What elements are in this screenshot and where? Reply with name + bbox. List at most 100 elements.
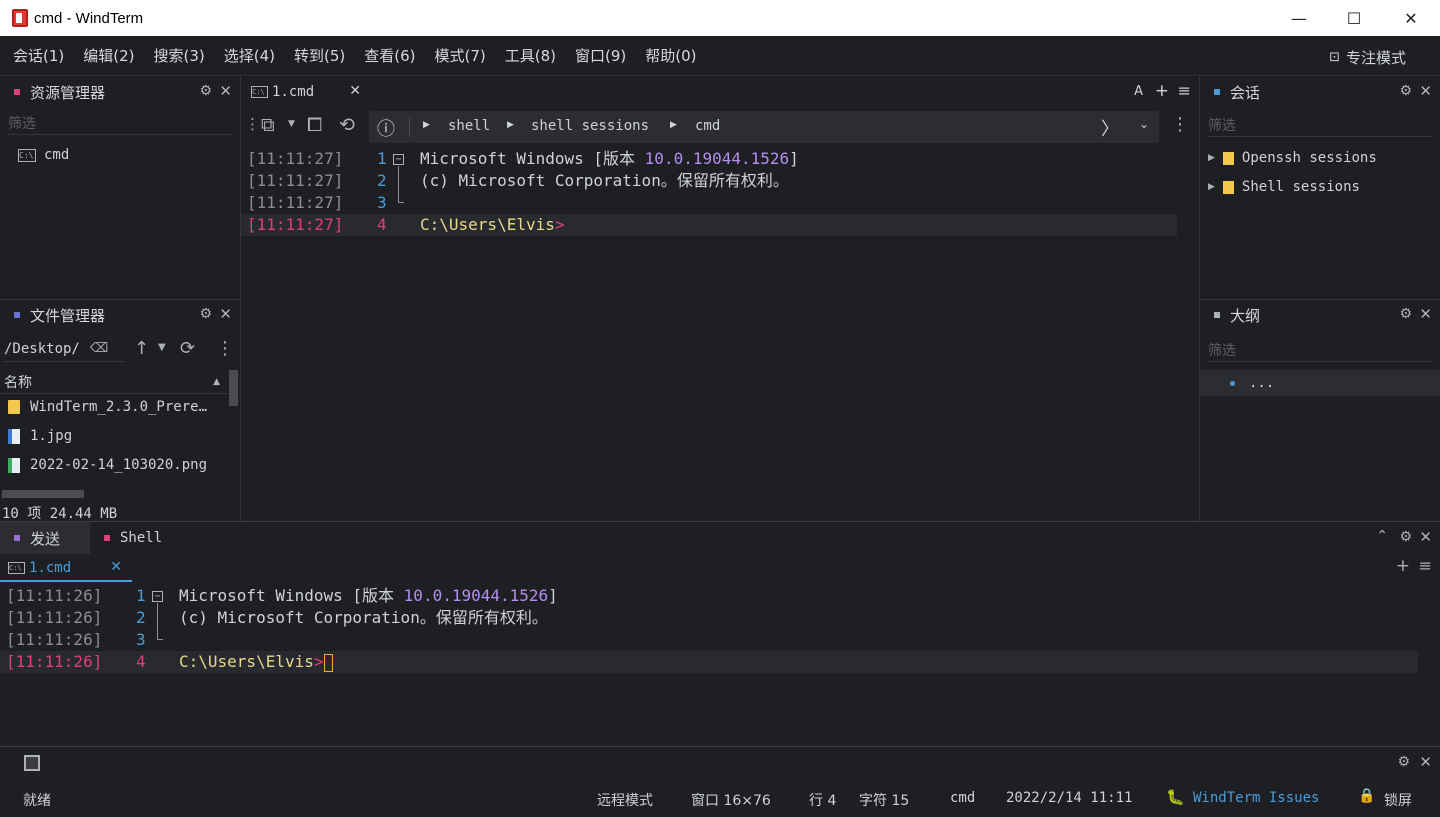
focus-mode-button[interactable]: ⊡ 专注模式 xyxy=(1329,47,1406,68)
explorer-item-cmd[interactable]: C:\ cmd xyxy=(18,147,69,163)
sort-asc-icon: ▲ xyxy=(213,376,220,387)
column-header-name[interactable]: 名称 ▲ xyxy=(0,370,228,394)
drag-handle-icon[interactable]: ⋮ xyxy=(245,115,260,133)
timestamp: [11:11:26] xyxy=(6,652,103,671)
gear-icon[interactable]: ⚙ xyxy=(199,83,212,99)
clear-path-icon[interactable]: ⌫ xyxy=(90,341,108,356)
terminal-output[interactable]: [11:11:27] 1 − Microsoft Windows [版本 10.… xyxy=(241,148,1199,518)
status-window-size: 窗口 16×76 xyxy=(691,793,771,809)
line-number: 3 xyxy=(377,193,387,212)
fold-icon[interactable]: − xyxy=(152,591,163,602)
bottom-tab-bar: 发送 Shell ⌃ ⚙ ✕ xyxy=(0,522,1440,554)
timestamp: [11:11:26] xyxy=(6,586,103,605)
chevron-down-icon[interactable]: ▼ xyxy=(158,342,166,353)
menu-session[interactable]: 会话(1) xyxy=(13,45,64,66)
duplicate-session-icon[interactable]: ⧠ xyxy=(307,114,322,136)
main-terminal-panel: C:\ 1.cmd ✕ A + ≡ ⋮ ⧉ ▼ ⧠ ⟲ ⓘ ▶ shell ▶ … xyxy=(241,77,1199,521)
fold-icon[interactable]: − xyxy=(393,154,404,165)
subtab-1-cmd[interactable]: C:\ 1.cmd ✕ xyxy=(0,556,132,582)
close-icon[interactable]: ✕ xyxy=(219,82,232,100)
close-window-button[interactable]: ✕ xyxy=(1388,0,1434,36)
sessions-filter-input[interactable]: 筛选 xyxy=(1208,113,1432,137)
breadcrumb-cmd[interactable]: cmd xyxy=(695,118,720,134)
file-manager-title: 文件管理器 xyxy=(30,306,106,325)
chevron-up-icon[interactable]: ⌃ xyxy=(1376,528,1388,544)
divider[interactable] xyxy=(0,299,240,300)
reconnect-icon[interactable]: ⟲ xyxy=(339,114,355,136)
tab-1-cmd[interactable]: C:\ 1.cmd ✕ xyxy=(241,77,369,107)
bottom-panel: 发送 Shell ⌃ ⚙ ✕ C:\ 1.cmd ✕ + ≡ [11:11:26… xyxy=(0,522,1440,746)
breadcrumb-shell[interactable]: shell xyxy=(448,118,490,134)
outline-item[interactable]: ... xyxy=(1200,370,1440,396)
gear-icon[interactable]: ⚙ xyxy=(1399,83,1412,99)
gear-icon[interactable]: ⚙ xyxy=(1399,306,1412,322)
lock-icon: 🔒 xyxy=(1358,788,1376,804)
close-icon[interactable]: ✕ xyxy=(1419,753,1432,771)
gear-icon[interactable]: ⚙ xyxy=(1397,754,1410,770)
file-row[interactable]: 2022-02-14_103020.png xyxy=(8,457,207,473)
close-tab-icon[interactable]: ✕ xyxy=(349,83,361,99)
outline-filter-input[interactable]: 筛选 xyxy=(1208,338,1432,362)
bottom-terminal-output[interactable]: [11:11:26] 1 − Microsoft Windows [版本 10.… xyxy=(0,585,1440,735)
vertical-scrollbar[interactable] xyxy=(229,370,238,406)
more-icon[interactable]: ⋮ xyxy=(216,338,234,359)
menu-icon[interactable]: ≡ xyxy=(1178,81,1191,100)
session-group-shell[interactable]: ▶ Shell sessions xyxy=(1208,179,1360,195)
up-arrow-icon[interactable]: ↑ xyxy=(134,338,149,359)
menu-edit[interactable]: 编辑(2) xyxy=(83,45,134,66)
menu-help[interactable]: 帮助(0) xyxy=(645,45,696,66)
close-tab-icon[interactable]: ✕ xyxy=(110,559,122,575)
tab-shell[interactable]: Shell xyxy=(90,522,190,554)
font-button[interactable]: A xyxy=(1134,84,1143,99)
lock-screen-button[interactable]: 锁屏 xyxy=(1384,790,1412,810)
menu-view[interactable]: 查看(6) xyxy=(364,45,415,66)
close-icon[interactable]: ✕ xyxy=(1419,528,1432,546)
new-session-icon[interactable]: ⧉ xyxy=(261,114,275,136)
minimize-button[interactable]: — xyxy=(1276,0,1322,36)
folder-icon xyxy=(8,400,20,414)
line-number: 3 xyxy=(136,630,146,649)
add-tab-icon[interactable]: + xyxy=(1396,556,1410,576)
issues-link[interactable]: WindTerm Issues xyxy=(1193,790,1319,806)
status-line: 行 4 xyxy=(809,793,837,809)
terminal-icon: C:\ xyxy=(251,86,268,98)
path-input[interactable]: /Desktop/ ⌫ xyxy=(4,336,124,362)
explorer-filter-input[interactable]: 筛选 xyxy=(8,111,232,135)
menu-icon[interactable]: ≡ xyxy=(1419,556,1432,575)
explorer-panel: 资源管理器 ⚙ ✕ 筛选 C:\ cmd xyxy=(0,77,240,299)
menu-select[interactable]: 选择(4) xyxy=(224,45,275,66)
terminal-panel-icon[interactable] xyxy=(24,755,40,771)
refresh-icon[interactable]: ⟳ xyxy=(180,338,195,359)
chevron-down-icon[interactable]: ▼ xyxy=(288,119,295,129)
line-number: 2 xyxy=(136,608,146,627)
gear-icon[interactable]: ⚙ xyxy=(199,306,212,322)
gear-icon[interactable]: ⚙ xyxy=(1399,529,1412,545)
horizontal-scrollbar[interactable] xyxy=(2,490,84,498)
folder-icon xyxy=(1222,180,1234,194)
tab-bar: C:\ 1.cmd ✕ A + ≡ xyxy=(241,77,1199,107)
breadcrumb-shell-sessions[interactable]: shell sessions xyxy=(531,118,649,134)
menu-goto[interactable]: 转到(5) xyxy=(294,45,345,66)
info-icon[interactable]: ⓘ xyxy=(377,115,395,141)
add-tab-icon[interactable]: + xyxy=(1155,81,1169,101)
menu-mode[interactable]: 模式(7) xyxy=(435,45,486,66)
close-icon[interactable]: ✕ xyxy=(219,305,232,323)
output-line: Microsoft Windows [版本 10.0.19044.1526] xyxy=(179,586,558,605)
close-icon[interactable]: ✕ xyxy=(1419,305,1432,323)
menu-window[interactable]: 窗口(9) xyxy=(575,45,626,66)
maximize-button[interactable]: ☐ xyxy=(1331,0,1377,36)
panel-marker xyxy=(1214,312,1220,318)
tab-send[interactable]: 发送 xyxy=(0,522,90,554)
sessions-title: 会话 xyxy=(1230,83,1261,102)
bug-icon: 🐛 xyxy=(1166,788,1185,806)
file-row[interactable]: WindTerm_2.3.0_Prere… xyxy=(8,399,207,415)
status-remote-mode[interactable]: 远程模式 xyxy=(597,790,653,810)
menu-tools[interactable]: 工具(8) xyxy=(505,45,556,66)
close-icon[interactable]: ✕ xyxy=(1419,82,1432,100)
session-group-openssh[interactable]: ▶ Openssh sessions xyxy=(1208,150,1377,166)
chevron-down-icon[interactable]: ⌄ xyxy=(1139,117,1149,131)
menu-search[interactable]: 搜索(3) xyxy=(154,45,205,66)
more-icon[interactable]: ⋮ xyxy=(1171,114,1189,135)
file-row[interactable]: 1.jpg xyxy=(8,428,72,444)
chevron-right-icon[interactable]: 〉 xyxy=(1101,115,1119,141)
